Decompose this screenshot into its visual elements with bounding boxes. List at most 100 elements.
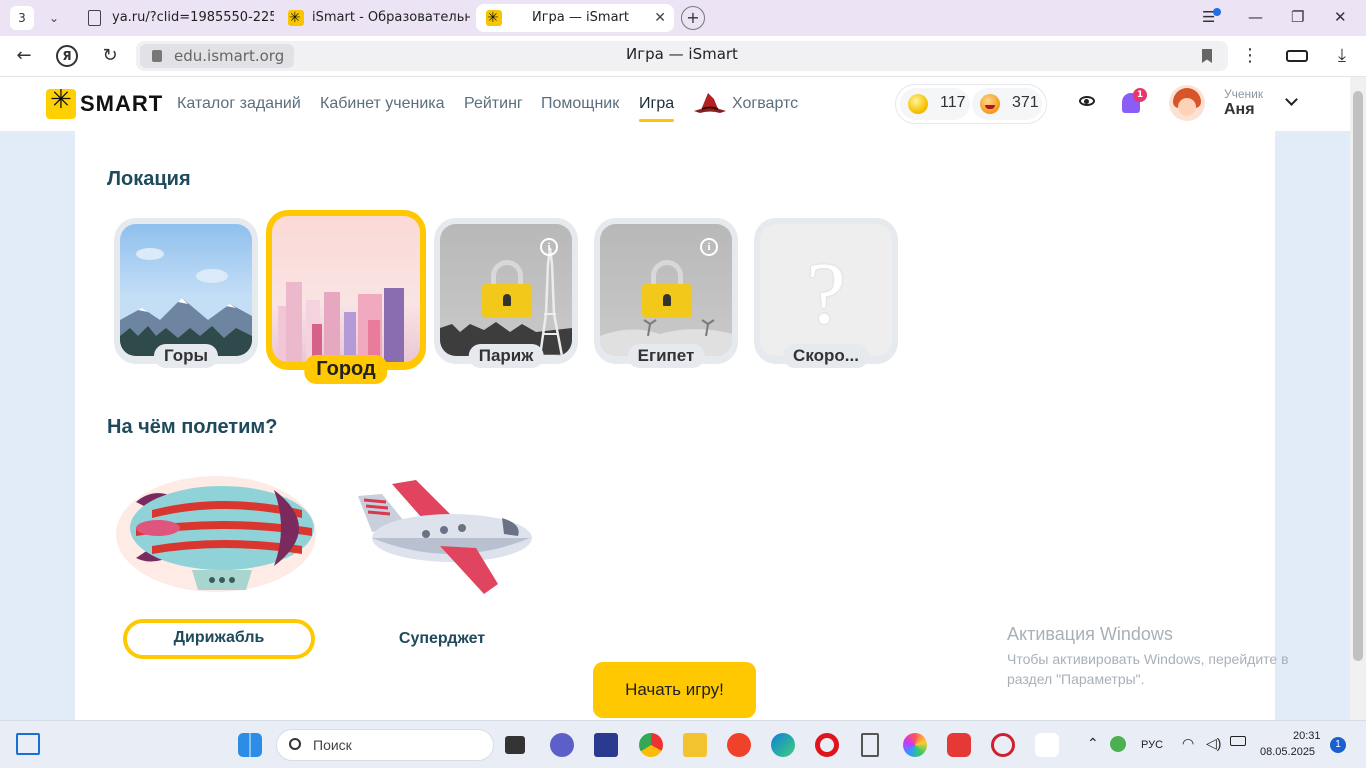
tray-expand-icon[interactable]: ⌃ — [1087, 735, 1099, 752]
wps-icon[interactable] — [947, 733, 971, 757]
file-icon[interactable] — [861, 733, 879, 757]
minimize-icon[interactable]: — — [1248, 8, 1263, 26]
egypt-image: i — [600, 224, 732, 356]
airship-image[interactable] — [112, 470, 324, 606]
windows-activation-text: Чтобы активировать Windows, перейдите в … — [1007, 651, 1289, 687]
location-card-city[interactable]: Город — [266, 210, 426, 384]
back-arrow-icon[interactable]: ← — [12, 45, 36, 66]
widgets-icon[interactable] — [16, 733, 40, 755]
chevron-down-icon[interactable] — [1285, 93, 1298, 106]
location-card-mountains[interactable]: Горы — [114, 218, 258, 368]
currency-counters: 117 371 — [895, 84, 1047, 124]
page-title-in-url: Игра — iSmart — [626, 45, 738, 63]
coming-soon-image: ? — [760, 224, 892, 356]
tab-game-active[interactable]: Игра — iSmart ✕ — [476, 4, 674, 32]
taskbar-search[interactable]: Поиск — [276, 729, 494, 761]
task-view-icon[interactable] — [505, 736, 525, 754]
tabs-dropdown-icon[interactable]: ⌄ — [42, 6, 66, 30]
language-indicator[interactable]: РУС — [1141, 739, 1163, 751]
chat-icon[interactable] — [550, 733, 574, 757]
update-dot-icon — [1213, 8, 1221, 16]
logo-text: SMART — [80, 91, 164, 116]
start-game-button[interactable]: Начать игру! — [593, 662, 756, 718]
user-name[interactable]: Аня — [1224, 101, 1255, 119]
smiles-counter: 371 — [972, 88, 1042, 120]
menu-assistant[interactable]: Помощник — [541, 95, 619, 113]
menu-task-catalog[interactable]: Каталог заданий — [177, 95, 301, 113]
location-card-paris[interactable]: i Париж — [434, 218, 578, 368]
url-field[interactable]: edu.ismart.org Игра — iSmart — [136, 41, 1228, 71]
sun-logo-icon — [46, 85, 76, 119]
ismart-favicon-icon — [486, 4, 502, 32]
menu-game[interactable]: Игра — [639, 95, 675, 122]
close-tab-icon[interactable]: ✕ — [654, 4, 666, 32]
city-image — [272, 216, 420, 362]
location-label: Скоро... — [783, 344, 869, 368]
info-icon[interactable]: i — [540, 238, 558, 256]
close-window-icon[interactable]: ✕ — [1334, 8, 1347, 26]
info-icon[interactable]: i — [700, 238, 718, 256]
tray-app-icon[interactable] — [1110, 736, 1126, 752]
opera-icon[interactable] — [815, 733, 839, 757]
edge-icon[interactable] — [771, 733, 795, 757]
notification-center-badge[interactable]: 1 — [1330, 737, 1346, 753]
windows-taskbar: Поиск ⌃ РУС ◠ ◁) 20:31 08.05.2025 1 — [0, 720, 1366, 768]
notification-badge: 1 — [1133, 88, 1147, 102]
search-icon — [289, 738, 301, 750]
coins-value: 117 — [940, 94, 966, 111]
wizard-hat-icon — [694, 93, 726, 113]
battery-icon[interactable] — [1286, 50, 1308, 62]
more-menu-icon[interactable]: ⋮ — [1238, 45, 1262, 66]
coin-icon — [908, 94, 928, 114]
wifi-icon[interactable]: ◠ — [1182, 735, 1194, 752]
lock-icon — [482, 260, 532, 320]
new-tab-button[interactable]: + — [681, 6, 705, 30]
location-heading: Локация — [107, 168, 191, 190]
menu-hogwarts[interactable]: Хогвартс — [732, 95, 798, 113]
mountains-image — [120, 224, 252, 356]
vehicle-heading: На чём полетим? — [107, 416, 278, 438]
location-label: Город — [304, 355, 388, 384]
reload-icon[interactable]: ↻ — [98, 45, 122, 66]
tab-title: Игра — iSmart — [532, 10, 629, 25]
menu-student-cabinet[interactable]: Кабинет ученика — [320, 95, 445, 113]
question-mark-icon: ? — [806, 246, 846, 343]
superjet-image[interactable] — [352, 476, 534, 600]
yandex-browser-icon[interactable] — [727, 733, 751, 757]
ismart-favicon-icon — [288, 4, 304, 32]
download-icon[interactable]: ⤓ — [1330, 45, 1354, 66]
location-label: Париж — [468, 344, 544, 368]
eye-icon[interactable] — [1079, 96, 1095, 106]
location-card-egypt[interactable]: i Египет — [594, 218, 738, 368]
avatar[interactable] — [1169, 85, 1205, 121]
opera-gx-icon[interactable] — [991, 733, 1015, 757]
vehicle-option-superjet[interactable]: Суперджет — [374, 630, 510, 648]
windows-start-icon[interactable] — [238, 733, 262, 757]
menu-rating[interactable]: Рейтинг — [464, 95, 523, 113]
page-scrollbar[interactable] — [1350, 77, 1366, 720]
clock-date[interactable]: 08.05.2025 — [1260, 746, 1315, 758]
tab-ismart-education[interactable]: iSmart - Образовательная — [278, 4, 470, 32]
yandex-active-icon[interactable] — [1035, 733, 1059, 757]
document-icon — [88, 10, 101, 26]
save-icon[interactable] — [594, 733, 618, 757]
chrome-icon[interactable] — [639, 733, 663, 757]
location-card-coming-soon[interactable]: ? Скоро... — [754, 218, 898, 368]
restore-icon[interactable]: ❐ — [1291, 8, 1304, 26]
clock-time[interactable]: 20:31 — [1293, 730, 1321, 742]
battery-tray-icon[interactable] — [1230, 736, 1246, 746]
tab-count-button[interactable]: 3 — [10, 6, 34, 30]
folder-icon[interactable] — [683, 733, 707, 757]
smiles-value: 371 — [1012, 94, 1039, 111]
photos-icon[interactable] — [903, 733, 927, 757]
search-placeholder: Поиск — [313, 737, 352, 753]
site-header: SMART Каталог заданий Кабинет ученика Ре… — [0, 77, 1350, 131]
tab-yandex[interactable]: ya.ru/?clid=1985550-225& — [78, 4, 274, 32]
scroll-thumb[interactable] — [1353, 91, 1363, 661]
tab-title: ya.ru/?clid=1985550-225& — [112, 10, 274, 25]
volume-icon[interactable]: ◁) — [1206, 735, 1221, 752]
vehicle-option-airship[interactable]: Дирижабль — [123, 619, 315, 659]
browser-tab-bar: 3 ⌄ ya.ru/?clid=1985550-225& iSmart - Об… — [0, 0, 1366, 36]
paris-image: i — [440, 224, 572, 356]
yandex-icon[interactable]: Я — [56, 45, 78, 67]
